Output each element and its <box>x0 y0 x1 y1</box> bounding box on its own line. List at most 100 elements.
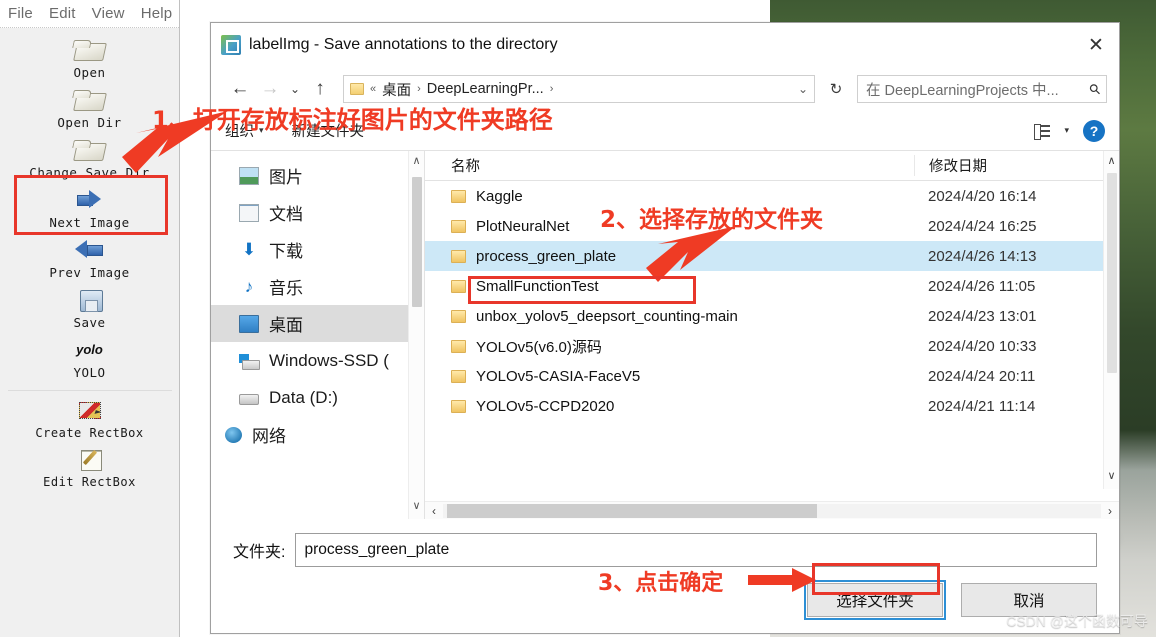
tool-open-dir[interactable]: Open Dir <box>0 84 180 134</box>
up-button[interactable]: ↑ <box>305 74 335 104</box>
breadcrumb-segment-desktop[interactable]: 桌面 <box>382 79 411 100</box>
tool-yolo-format[interactable]: yolo YOLO <box>0 334 180 384</box>
select-folder-button[interactable]: 选择文件夹 <box>804 580 946 620</box>
table-row[interactable]: YOLOv5(v6.0)源码 2024/4/20 10:33 <box>425 331 1119 361</box>
tool-open-label: Open <box>73 65 106 80</box>
hscroll-track[interactable] <box>443 503 1101 518</box>
floppy-disk-icon <box>73 287 107 313</box>
view-mode-icon[interactable] <box>1034 123 1051 140</box>
nav-item-music[interactable]: ♪ 音乐 <box>211 268 424 305</box>
column-header-name[interactable]: 名称 <box>425 155 914 176</box>
table-row[interactable]: PlotNeuralNet 2024/4/24 16:25 <box>425 211 1119 241</box>
search-icon: ⚲ <box>1085 79 1104 98</box>
menu-edit[interactable]: Edit <box>49 5 76 22</box>
file-date-label: 2024/4/21 11:14 <box>928 397 1036 415</box>
folder-icon <box>451 279 466 293</box>
scroll-left-icon[interactable]: ‹ <box>425 504 443 518</box>
navigation-pane-scrollbar[interactable]: ∧ ∨ <box>408 151 424 519</box>
tool-save[interactable]: Save <box>0 284 180 334</box>
scroll-up-icon[interactable]: ∧ <box>1104 151 1119 170</box>
dialog-titlebar[interactable]: labelImg - Save annotations to the direc… <box>211 23 1119 67</box>
folder-name-input[interactable]: process_green_plate <box>295 533 1097 567</box>
hscroll-thumb[interactable] <box>447 503 817 518</box>
dialog-navigation-row: ← → ⌄ ↑ « 桌面 › DeepLearningPr... › ⌄ ↻ 在… <box>211 67 1119 111</box>
chevron-down-icon[interactable]: ⌄ <box>790 82 808 96</box>
forward-button[interactable]: → <box>255 74 285 104</box>
tool-edit-rectbox-label: Edit RectBox <box>43 475 136 489</box>
address-overflow-icon[interactable]: « <box>368 83 378 95</box>
table-row[interactable]: unbox_yolov5_deepsort_counting-main 2024… <box>425 301 1119 331</box>
breadcrumb-segment-project[interactable]: DeepLearningPr... <box>427 81 544 97</box>
arrow-right-icon <box>73 187 107 213</box>
table-row[interactable]: Kaggle 2024/4/20 16:14 <box>425 181 1119 211</box>
chevron-right-icon[interactable]: › <box>548 83 556 95</box>
file-name-cell: YOLOv5-CASIA-FaceV5 <box>425 368 914 385</box>
refresh-icon[interactable]: ↻ <box>823 75 849 103</box>
scroll-up-icon[interactable]: ∧ <box>412 151 420 170</box>
nav-item-label: 网络 <box>252 427 286 446</box>
nav-item-windows-ssd[interactable]: Windows-SSD ( <box>211 342 424 379</box>
menu-file[interactable]: File <box>8 5 33 22</box>
address-bar[interactable]: « 桌面 › DeepLearningPr... › ⌄ <box>343 75 815 103</box>
file-date-label: 2024/4/23 13:01 <box>928 307 1037 325</box>
recent-locations-button[interactable]: ⌄ <box>285 74 305 104</box>
scroll-down-icon[interactable]: ∨ <box>1104 466 1119 485</box>
table-row-selected[interactable]: process_green_plate 2024/4/26 14:13 <box>425 241 1119 271</box>
file-name-label: SmallFunctionTest <box>476 277 599 295</box>
organize-button[interactable]: 组织 ▾ <box>225 120 264 141</box>
back-button[interactable]: ← <box>225 74 255 104</box>
search-input[interactable]: 在 DeepLearningProjects 中... ⚲ <box>857 75 1107 103</box>
navigation-pane: 图片 文档 ⬇ 下载 ♪ 音乐 桌面 Windows-SSD (Data (D… <box>211 151 425 519</box>
table-row[interactable]: SmallFunctionTest 2024/4/26 11:05 <box>425 271 1119 301</box>
dialog-command-bar: 组织 ▾ 新建文件夹 ▾ ? <box>211 111 1119 151</box>
folder-icon <box>451 399 466 413</box>
file-date-label: 2024/4/26 11:05 <box>928 277 1036 295</box>
folder-icon <box>451 249 466 263</box>
new-folder-button[interactable]: 新建文件夹 <box>292 120 365 141</box>
help-icon[interactable]: ? <box>1083 119 1105 142</box>
open-folder-icon <box>73 87 107 113</box>
folder-icon <box>451 219 466 233</box>
tool-create-rectbox[interactable]: Create RectBox <box>0 395 180 444</box>
dialog-title: labelImg - Save annotations to the direc… <box>249 36 558 53</box>
nav-item-pictures[interactable]: 图片 <box>211 157 424 194</box>
tool-open[interactable]: Open <box>0 34 180 84</box>
nav-item-data-drive[interactable]: Data (D:) <box>211 379 424 416</box>
desktop-icon <box>239 314 259 333</box>
scroll-right-icon[interactable]: › <box>1101 504 1119 518</box>
scroll-down-icon[interactable]: ∨ <box>412 496 420 515</box>
nav-item-documents[interactable]: 文档 <box>211 194 424 231</box>
file-list-header: 名称 修改日期 <box>425 151 1119 181</box>
scrollbar-thumb[interactable] <box>1107 173 1117 373</box>
downloads-icon: ⬇ <box>241 239 257 259</box>
tool-edit-rectbox[interactable]: Edit RectBox <box>0 444 180 493</box>
menu-help[interactable]: Help <box>141 5 173 22</box>
documents-icon <box>239 203 259 222</box>
file-name-cell: Kaggle <box>425 188 914 205</box>
file-list-horizontal-scrollbar[interactable]: ‹ › <box>425 501 1119 519</box>
chevron-right-icon[interactable]: › <box>415 83 423 95</box>
organize-label: 组织 <box>225 124 254 140</box>
table-row[interactable]: YOLOv5-CASIA-FaceV5 2024/4/24 20:11 <box>425 361 1119 391</box>
tool-prev-image[interactable]: Prev Image <box>0 234 180 284</box>
open-folder-icon <box>73 137 107 163</box>
network-icon <box>225 426 242 443</box>
nav-item-downloads[interactable]: ⬇ 下载 <box>211 231 424 268</box>
nav-item-desktop[interactable]: 桌面 <box>211 305 424 342</box>
file-list-vertical-scrollbar[interactable]: ∧ ∨ <box>1103 151 1119 489</box>
file-date-label: 2024/4/24 20:11 <box>928 367 1036 385</box>
menu-view[interactable]: View <box>92 5 125 22</box>
table-row[interactable]: YOLOv5-CCPD2020 2024/4/21 11:14 <box>425 391 1119 421</box>
scrollbar-thumb[interactable] <box>412 177 422 307</box>
tool-next-image-label: Next Image <box>49 215 130 230</box>
dialog-body: 图片 文档 ⬇ 下载 ♪ 音乐 桌面 Windows-SSD (Data (D… <box>211 151 1119 519</box>
tool-yolo-label: YOLO <box>73 365 106 380</box>
tool-change-save-dir[interactable]: Change Save Dir <box>0 134 180 184</box>
chevron-down-icon[interactable]: ▾ <box>1064 125 1069 136</box>
tool-next-image[interactable]: Next Image <box>0 184 180 234</box>
labelimg-main-window: File Edit View Help Open Open Dir Change… <box>0 0 180 637</box>
close-icon[interactable]: ✕ <box>1073 23 1119 67</box>
file-name-cell: YOLOv5-CCPD2020 <box>425 398 914 415</box>
nav-item-network[interactable]: 网络 <box>211 416 424 453</box>
column-header-date[interactable]: 修改日期 <box>914 155 1119 176</box>
